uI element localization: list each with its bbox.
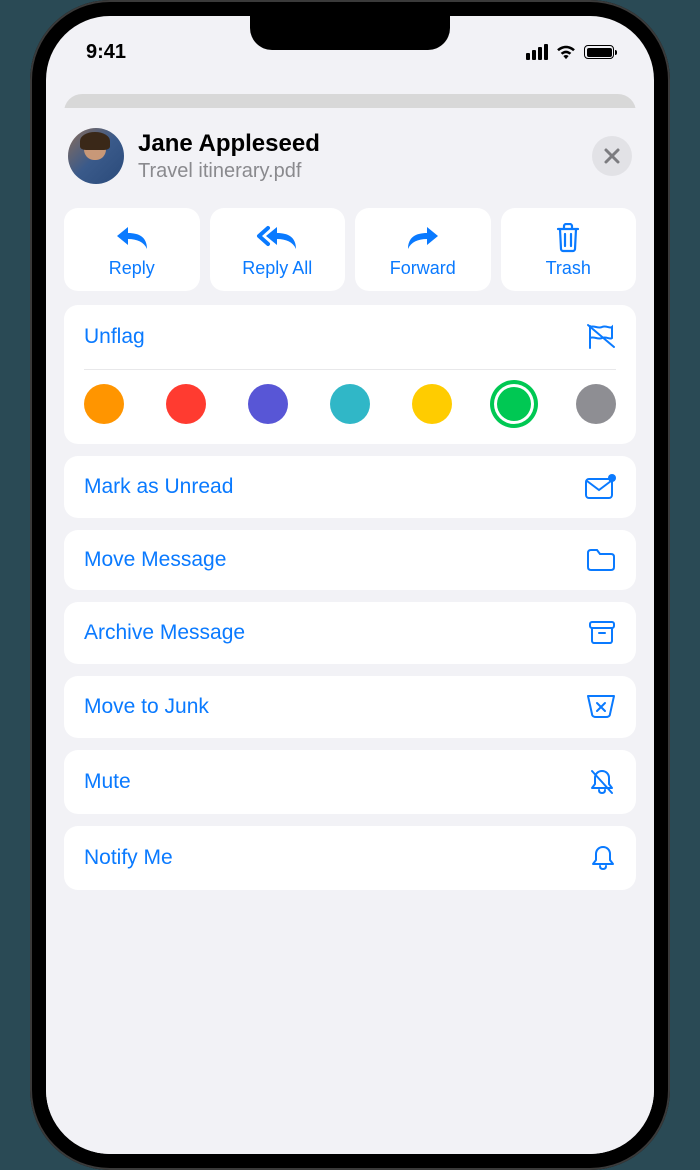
trash-button[interactable]: Trash xyxy=(501,208,637,291)
phone-frame: 9:41 Jane Appleseed Travel itinerary.pdf xyxy=(30,0,670,1170)
junk-icon xyxy=(586,694,616,720)
reply-icon xyxy=(115,222,149,254)
flag-color-gray[interactable] xyxy=(576,384,616,424)
flag-card: Unflag xyxy=(64,305,636,444)
forward-label: Forward xyxy=(390,258,456,279)
mute-row[interactable]: Mute xyxy=(64,750,636,814)
mark-unread-label: Mark as Unread xyxy=(84,475,233,499)
avatar xyxy=(68,128,124,184)
reply-button[interactable]: Reply xyxy=(64,208,200,291)
header-text: Jane Appleseed Travel itinerary.pdf xyxy=(138,130,578,183)
mute-card: Mute xyxy=(64,750,636,814)
close-button[interactable] xyxy=(592,136,632,176)
flag-colors-row xyxy=(64,370,636,444)
flag-color-orange[interactable] xyxy=(84,384,124,424)
forward-button[interactable]: Forward xyxy=(355,208,491,291)
battery-icon xyxy=(584,45,614,59)
trash-label: Trash xyxy=(546,258,591,279)
action-sheet: Jane Appleseed Travel itinerary.pdf Repl… xyxy=(46,108,654,1154)
notify-card: Notify Me xyxy=(64,826,636,890)
mute-label: Mute xyxy=(84,770,131,794)
move-label: Move Message xyxy=(84,548,226,572)
reply-all-button[interactable]: Reply All xyxy=(210,208,346,291)
sender-name: Jane Appleseed xyxy=(138,130,578,158)
screen: 9:41 Jane Appleseed Travel itinerary.pdf xyxy=(46,16,654,1154)
unflag-label: Unflag xyxy=(84,325,145,349)
junk-row[interactable]: Move to Junk xyxy=(64,676,636,738)
bell-icon xyxy=(590,844,616,872)
junk-label: Move to Junk xyxy=(84,695,209,719)
mark-unread-card: Mark as Unread xyxy=(64,456,636,518)
move-card: Move Message xyxy=(64,530,636,590)
flag-color-red[interactable] xyxy=(166,384,206,424)
cellular-icon xyxy=(526,44,548,60)
reply-all-label: Reply All xyxy=(242,258,312,279)
notch xyxy=(250,16,450,50)
close-icon xyxy=(603,147,621,165)
primary-actions: Reply Reply All Forward xyxy=(64,208,636,291)
archive-icon xyxy=(588,620,616,646)
notify-row[interactable]: Notify Me xyxy=(64,826,636,890)
reply-label: Reply xyxy=(109,258,155,279)
unflag-row[interactable]: Unflag xyxy=(64,305,636,369)
flag-color-yellow[interactable] xyxy=(412,384,452,424)
move-message-row[interactable]: Move Message xyxy=(64,530,636,590)
status-time: 9:41 xyxy=(86,41,126,64)
archive-row[interactable]: Archive Message xyxy=(64,602,636,664)
sheet-header: Jane Appleseed Travel itinerary.pdf xyxy=(64,128,636,184)
mark-unread-row[interactable]: Mark as Unread xyxy=(64,456,636,518)
flag-color-green[interactable] xyxy=(494,384,534,424)
status-indicators xyxy=(526,44,614,60)
forward-icon xyxy=(406,222,440,254)
unflag-icon xyxy=(586,323,616,351)
junk-card: Move to Junk xyxy=(64,676,636,738)
folder-icon xyxy=(586,548,616,572)
envelope-badge-icon xyxy=(584,474,616,500)
email-subject: Travel itinerary.pdf xyxy=(138,160,578,183)
archive-label: Archive Message xyxy=(84,621,245,645)
archive-card: Archive Message xyxy=(64,602,636,664)
flag-color-purple[interactable] xyxy=(248,384,288,424)
wifi-icon xyxy=(555,44,577,60)
bell-slash-icon xyxy=(588,768,616,796)
flag-color-teal[interactable] xyxy=(330,384,370,424)
notify-label: Notify Me xyxy=(84,846,173,870)
reply-all-icon xyxy=(256,222,298,254)
trash-icon xyxy=(555,222,581,254)
